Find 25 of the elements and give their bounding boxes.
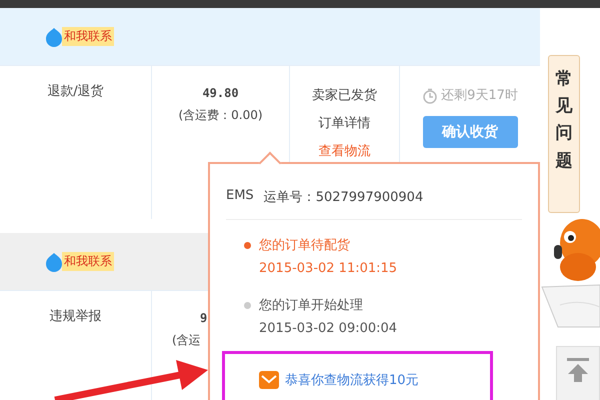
back-to-top-button[interactable] — [556, 346, 600, 400]
order-price: 49.80 — [202, 85, 239, 102]
countdown-text: 还剩9天17时 — [441, 87, 518, 105]
action-link[interactable]: 违规举报 — [50, 307, 102, 325]
event-time: 2015-03-02 09:00:04 — [259, 320, 398, 338]
event-text: 您的订单开始处理 — [259, 297, 364, 315]
mail-icon — [259, 371, 279, 389]
tracking-number: 运单号：5027997900904 — [264, 189, 424, 207]
view-logistics-link[interactable]: 查看物流 — [318, 138, 370, 166]
clock-icon — [422, 88, 438, 104]
contact-seller-link[interactable]: 和我联系 — [62, 27, 114, 46]
faq-tab[interactable]: 常见问题 — [548, 55, 580, 213]
contact-seller-link[interactable]: 和我联系 — [62, 252, 114, 271]
up-arrow-icon — [565, 357, 591, 383]
confirm-receipt-button[interactable]: 确认收货 — [422, 116, 518, 148]
order-status: 卖家已发货 — [312, 87, 377, 105]
event-text: 您的订单待配货 — [259, 237, 351, 255]
order-details-link[interactable]: 订单详情 — [318, 110, 370, 138]
shipping-fee: (含运费：0.00) — [178, 107, 263, 124]
shipping-fee: (含运 — [172, 332, 201, 349]
event-time: 2015-03-02 11:01:15 — [259, 260, 398, 278]
action-link[interactable]: 退款/退货 — [47, 82, 104, 100]
promo-link[interactable]: 恭喜你查物流获得10元 — [285, 371, 419, 389]
order-price: 9 — [200, 310, 208, 327]
carrier-name: EMS — [226, 188, 254, 205]
